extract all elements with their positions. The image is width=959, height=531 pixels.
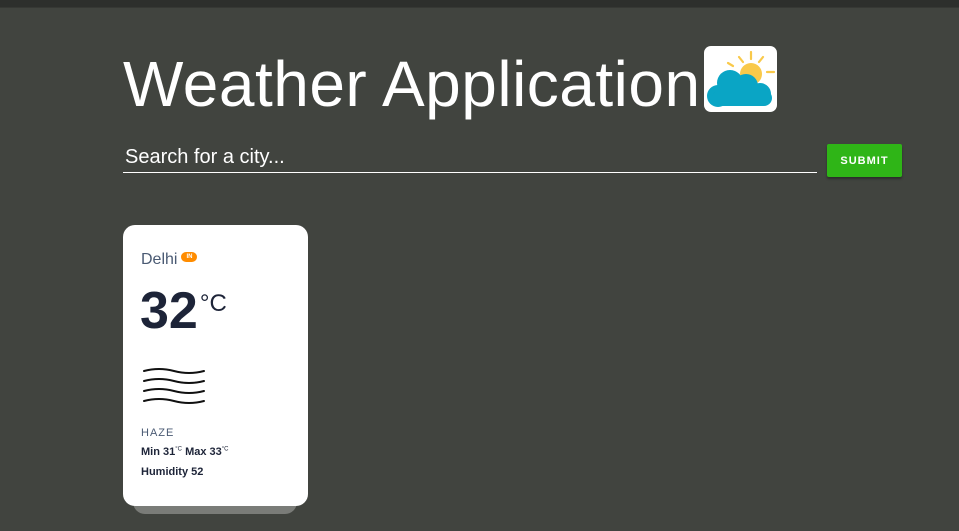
- min-max-temperature: Min 31°C Max 33°C: [141, 446, 229, 458]
- min-unit: °C: [175, 446, 182, 453]
- header: Weather Application: [123, 44, 777, 124]
- country-badge: IN: [181, 252, 198, 262]
- app-title: Weather Application: [123, 48, 701, 120]
- min-value: 31: [163, 446, 176, 458]
- humidity-label: Humidity: [141, 466, 189, 478]
- weather-card: Delhi IN 32 °C HAZE Min 31°C Max 33°C Hu…: [123, 225, 308, 506]
- weather-description: HAZE: [141, 427, 175, 439]
- weather-app: Weather Application Search for a city...…: [0, 0, 959, 531]
- max-label: Max: [185, 446, 207, 458]
- min-label: Min: [141, 446, 160, 458]
- temperature-row: 32 °C: [140, 285, 227, 337]
- submit-button[interactable]: SUBMIT: [827, 144, 902, 177]
- city-search-input[interactable]: [123, 143, 817, 173]
- sun-behind-cloud-icon: [703, 46, 777, 112]
- max-value: 33: [209, 446, 222, 458]
- city-row: Delhi IN: [141, 251, 198, 269]
- humidity-value: 52: [191, 466, 204, 478]
- search-form: SUBMIT: [123, 143, 903, 179]
- temperature-unit: °C: [199, 290, 227, 317]
- city-name: Delhi: [141, 251, 178, 268]
- max-unit: °C: [221, 446, 229, 453]
- humidity: Humidity 52: [141, 466, 203, 478]
- haze-icon: [142, 367, 206, 418]
- temperature-value: 32: [140, 282, 198, 340]
